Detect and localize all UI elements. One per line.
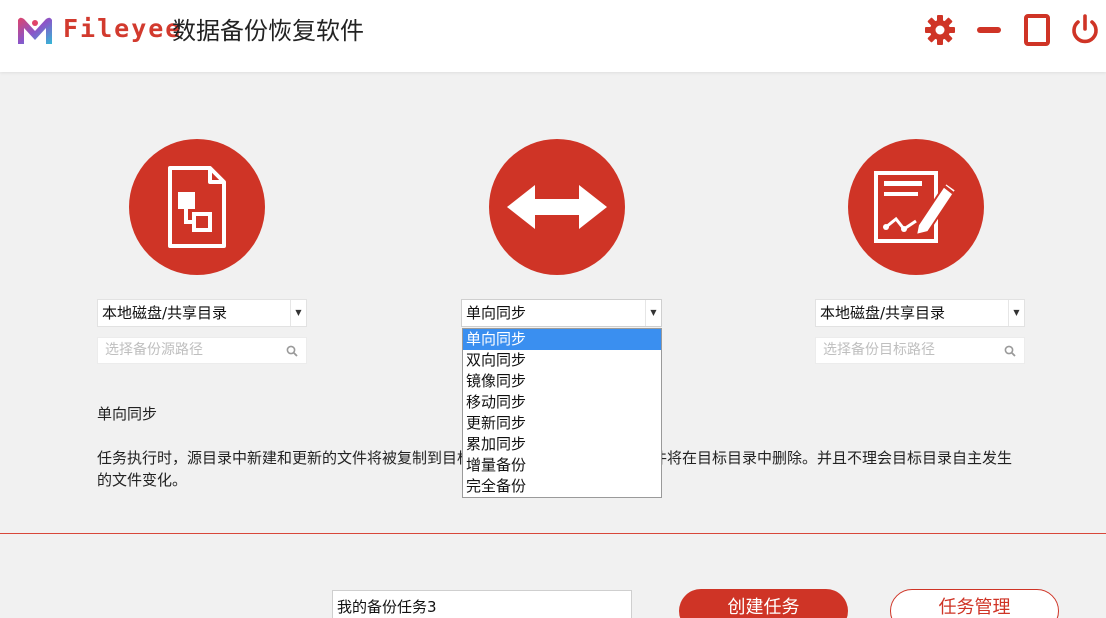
source-circle[interactable] [129,139,265,275]
sync-mode-dropdown: 单向同步 双向同步 镜像同步 移动同步 更新同步 累加同步 增量备份 完全备份 [462,328,662,498]
sync-mode-option[interactable]: 双向同步 [463,350,661,371]
minimize-button[interactable] [973,13,1005,47]
sync-mode-select[interactable]: 单向同步 ▼ [461,299,662,327]
document-flow-icon [168,166,226,248]
target-path-placeholder: 选择备份目标路径 [823,342,935,358]
target-circle[interactable] [848,139,984,275]
search-icon[interactable] [286,345,298,357]
app-title: 数据备份恢复软件 [172,17,364,45]
task-manage-button[interactable]: 任务管理 [890,589,1059,618]
sync-mode-option[interactable]: 增量备份 [463,455,661,476]
mode-circle[interactable] [489,139,625,275]
sync-mode-option[interactable]: 完全备份 [463,476,661,497]
maximize-icon [1024,14,1050,46]
source-type-value: 本地磁盘/共享目录 [102,304,228,322]
task-name-input[interactable]: 我的备份任务3 [332,590,632,618]
source-type-select[interactable]: 本地磁盘/共享目录 ▼ [97,299,307,327]
double-arrow-icon [507,185,607,229]
chevron-down-icon: ▼ [1008,300,1024,326]
section-divider [0,533,1106,534]
mode-description-title: 单向同步 [97,405,158,423]
sync-mode-option[interactable]: 移动同步 [463,392,661,413]
search-icon[interactable] [1004,345,1016,357]
brand-name: Fileyee [63,14,183,43]
sync-mode-value: 单向同步 [466,304,527,322]
title-bar: Fileyee 数据备份恢复软件 [0,0,1106,72]
maximize-button[interactable] [1021,13,1053,47]
fileyee-logo-icon [18,17,52,44]
power-button[interactable] [1069,13,1101,47]
sync-mode-option[interactable]: 更新同步 [463,413,661,434]
target-path-input[interactable]: 选择备份目标路径 [815,337,1025,364]
edit-document-icon [874,171,958,243]
gear-icon [925,15,955,45]
chevron-down-icon: ▼ [645,300,661,326]
source-path-input[interactable]: 选择备份源路径 [97,337,307,364]
power-icon [1072,14,1098,44]
sync-mode-option[interactable]: 镜像同步 [463,371,661,392]
chevron-down-icon: ▼ [290,300,306,326]
sync-mode-option[interactable]: 单向同步 [463,329,661,350]
minimize-icon [977,27,1001,33]
settings-button[interactable] [924,13,956,47]
sync-mode-option[interactable]: 累加同步 [463,434,661,455]
target-type-select[interactable]: 本地磁盘/共享目录 ▼ [815,299,1025,327]
target-type-value: 本地磁盘/共享目录 [820,304,946,322]
source-path-placeholder: 选择备份源路径 [105,342,203,358]
create-task-button[interactable]: 创建任务 [679,589,848,618]
